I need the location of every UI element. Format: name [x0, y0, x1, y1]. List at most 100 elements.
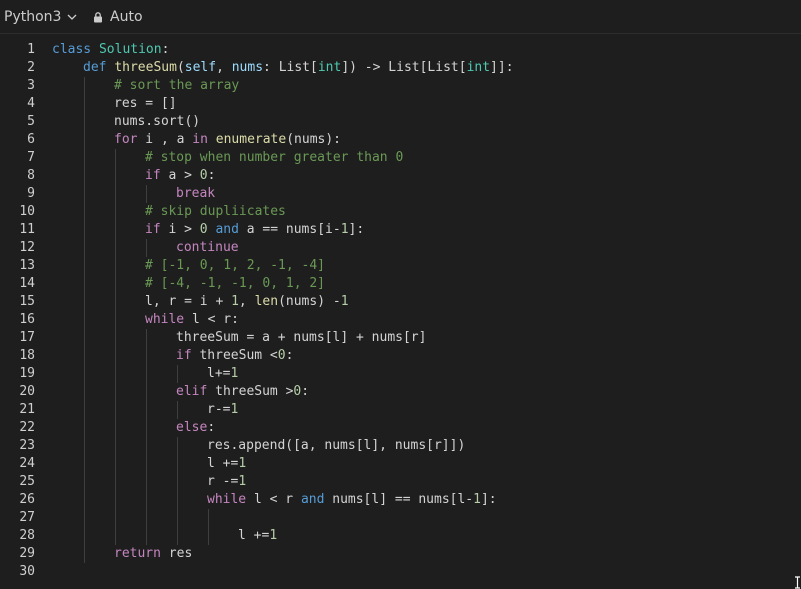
code-line[interactable]: 9 break: [0, 185, 801, 203]
code-line[interactable]: 3 # sort the array: [0, 77, 801, 95]
code-token: # stop when number greater than 0: [145, 150, 404, 165]
indent-guide: [208, 509, 209, 527]
code-token: # [-1, 0, 1, 2, -1, -4]: [145, 258, 326, 273]
code-line[interactable]: 20 elif threeSum >0:: [0, 383, 801, 401]
indent-guide: [115, 437, 116, 455]
code-token: int: [466, 60, 491, 75]
indent-guide: [84, 131, 85, 149]
indent-guide: [115, 185, 116, 203]
code-line[interactable]: 14 # [-4, -1, -1, 0, 1, 2]: [0, 275, 801, 293]
code-token: 1: [269, 528, 278, 543]
indent-guide: [146, 509, 147, 527]
code-line[interactable]: 28 l +=1: [0, 527, 801, 545]
code-line[interactable]: 15 l, r = i + 1, len(nums) -1: [0, 293, 801, 311]
code-line[interactable]: 5 nums.sort(): [0, 113, 801, 131]
code-text: # stop when number greater than 0: [145, 149, 403, 167]
line-number: 29: [19, 546, 35, 561]
code-line[interactable]: 11 if i > 0 and a == nums[i-1]:: [0, 221, 801, 239]
code-line[interactable]: 30: [0, 563, 801, 581]
indent-guide: [115, 347, 116, 365]
line-number: 20: [19, 384, 35, 399]
code-text: break: [176, 185, 215, 203]
line-number: 8: [27, 168, 35, 183]
code-token: if: [176, 348, 192, 363]
code-line[interactable]: 26 while l < r and nums[l] == nums[l-1]:: [0, 491, 801, 509]
code-token: break: [176, 186, 216, 201]
code-line[interactable]: 19 l+=1: [0, 365, 801, 383]
indent-guide: [115, 149, 116, 167]
indent-guide: [115, 293, 116, 311]
indent-guide: [84, 527, 85, 545]
code-token: if: [145, 168, 161, 183]
editor-toolbar: Python3 Auto: [0, 0, 801, 34]
indent-guide: [84, 149, 85, 167]
code-line[interactable]: 7 # stop when number greater than 0: [0, 149, 801, 167]
code-line[interactable]: 29 return res: [0, 545, 801, 563]
indent-guide: [84, 491, 85, 509]
indent-guide: [115, 239, 116, 257]
code-line[interactable]: 24 l +=1: [0, 455, 801, 473]
code-text: else:: [176, 419, 215, 437]
code-token: threeSum = a + nums[l] + nums[r]: [176, 330, 427, 345]
code-token: else: [176, 420, 208, 435]
code-line[interactable]: 25 r -=1: [0, 473, 801, 491]
code-token: nums[l] == nums[l-: [324, 492, 474, 507]
line-number: 9: [27, 186, 35, 201]
indent-guide: [146, 347, 147, 365]
code-token: # sort the array: [114, 78, 240, 93]
code-line[interactable]: 6 for i , a in enumerate(nums):: [0, 131, 801, 149]
indent-guide: [177, 455, 178, 473]
code-line[interactable]: 18 if threeSum <0:: [0, 347, 801, 365]
code-token: ,: [216, 60, 232, 75]
chevron-down-icon: [67, 14, 77, 20]
mode-label: Auto: [110, 9, 143, 25]
code-token: while: [207, 492, 247, 507]
line-number: 22: [19, 420, 35, 435]
indent-guide: [146, 185, 147, 203]
code-text: l+=1: [207, 365, 238, 383]
code-text: res = []: [114, 95, 177, 113]
line-number: 24: [19, 456, 35, 471]
code-line[interactable]: 13 # [-1, 0, 1, 2, -1, -4]: [0, 257, 801, 275]
indent-guide: [84, 509, 85, 527]
indent-guide: [177, 401, 178, 419]
code-token: l+=: [207, 366, 231, 381]
code-text: # skip dupliicates: [145, 203, 286, 221]
indent-guide: [146, 491, 147, 509]
code-token: (nums):: [286, 132, 342, 147]
indent-guide: [146, 383, 147, 401]
indent-guide: [146, 401, 147, 419]
code-token: and: [215, 222, 239, 237]
code-line[interactable]: 12 continue: [0, 239, 801, 257]
code-token: # [-4, -1, -1, 0, 1, 2]: [145, 276, 326, 291]
code-editor[interactable]: 1 class Solution: 2 def threeSum(self, nums…: [0, 41, 801, 581]
code-text: l +=1: [207, 455, 246, 473]
code-line[interactable]: 1 class Solution:: [0, 41, 801, 59]
code-line[interactable]: 23 res.append([a, nums[l], nums[r]]): [0, 437, 801, 455]
language-label: Python3: [4, 9, 62, 25]
mode-selector[interactable]: Auto: [92, 8, 143, 26]
language-selector[interactable]: Python3: [4, 8, 78, 26]
line-number: 11: [19, 222, 35, 237]
code-line[interactable]: 27: [0, 509, 801, 527]
code-line[interactable]: 2 def threeSum(self, nums: List[int]) -> …: [0, 59, 801, 77]
code-token: def: [83, 60, 107, 75]
indent-guide: [115, 455, 116, 473]
line-number: 16: [19, 312, 35, 327]
code-token: while: [145, 312, 185, 327]
code-line[interactable]: 21 r-=1: [0, 401, 801, 419]
code-line[interactable]: 10 # skip dupliicates: [0, 203, 801, 221]
code-token: for: [114, 132, 138, 147]
code-text: if i > 0 and a == nums[i-1]:: [145, 221, 364, 239]
code-line[interactable]: 4 res = []: [0, 95, 801, 113]
indent-guide: [146, 527, 147, 545]
indent-guide: [84, 185, 85, 203]
code-token: a >: [160, 168, 200, 183]
code-line[interactable]: 8 if a > 0:: [0, 167, 801, 185]
code-line[interactable]: 17 threeSum = a + nums[l] + nums[r]: [0, 329, 801, 347]
indent-guide: [146, 365, 147, 383]
code-line[interactable]: 16 while l < r:: [0, 311, 801, 329]
line-number: 28: [19, 528, 35, 543]
indent-guide: [115, 257, 116, 275]
code-line[interactable]: 22 else:: [0, 419, 801, 437]
